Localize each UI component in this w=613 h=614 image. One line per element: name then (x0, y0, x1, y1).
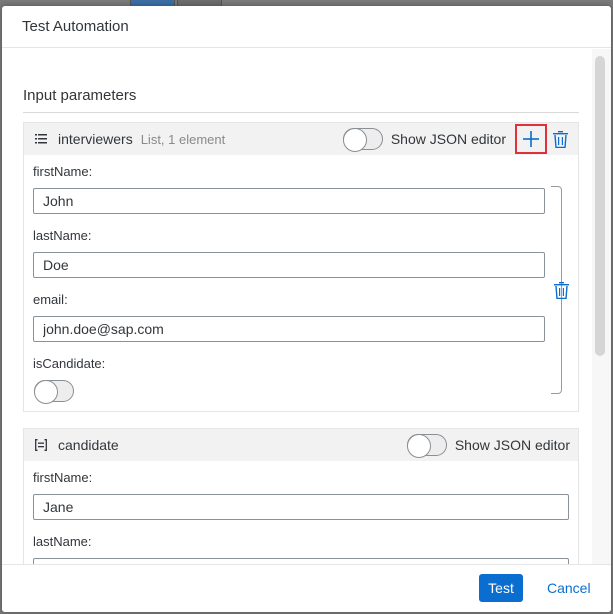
trash-icon (554, 282, 569, 300)
first-name-label: firstName: (33, 164, 93, 179)
candidate-panel: candidate Show JSON editor firstName: la… (23, 428, 579, 564)
is-candidate-toggle[interactable] (34, 380, 74, 404)
add-element-button[interactable] (515, 124, 547, 154)
toggle-knob (34, 380, 58, 404)
interviewers-panel-header: interviewers List, 1 element Show JSON e… (24, 123, 578, 155)
content-scrollbar[interactable] (595, 56, 605, 356)
interviewers-meta: List, 1 element (140, 131, 226, 147)
candidate-panel-header: candidate Show JSON editor (24, 429, 578, 461)
section-title: Input parameters (23, 87, 137, 104)
trash-icon (552, 130, 568, 148)
interviewers-name: interviewers (58, 131, 133, 147)
list-icon (34, 132, 48, 146)
interviewers-actions: Show JSON editor (342, 123, 570, 155)
interviewers-panel: interviewers List, 1 element Show JSON e… (23, 122, 579, 412)
email-input[interactable] (33, 316, 545, 342)
candidate-actions: Show JSON editor (406, 429, 570, 461)
delete-item-button[interactable] (554, 282, 569, 304)
toggle-knob (342, 128, 367, 152)
dialog-footer: Test Cancel (2, 564, 611, 612)
dialog-header: Test Automation (2, 6, 611, 48)
interviewers-json-toggle[interactable] (342, 128, 383, 152)
candidate-first-name-input[interactable] (33, 494, 569, 520)
candidate-first-name-label: firstName: (33, 470, 93, 485)
candidate-name: candidate (58, 437, 119, 453)
section-divider (23, 112, 579, 113)
toggle-knob (406, 434, 431, 458)
candidate-json-toggle-label: Show JSON editor (454, 437, 570, 453)
email-label: email: (33, 292, 68, 307)
delete-list-button[interactable] (550, 127, 570, 151)
test-button[interactable]: Test (479, 574, 523, 602)
add-icon (523, 131, 539, 147)
is-candidate-label: isCandidate: (33, 356, 106, 371)
cancel-button[interactable]: Cancel (541, 574, 597, 602)
candidate-last-name-label: lastName: (33, 534, 92, 549)
last-name-input[interactable] (33, 252, 545, 278)
dialog-content: Input parameters interviewers List, 1 el… (2, 49, 611, 564)
last-name-label: lastName: (33, 228, 92, 243)
dialog-title: Test Automation (22, 18, 129, 35)
candidate-json-toggle[interactable] (406, 434, 447, 458)
interviewers-json-toggle-label: Show JSON editor (390, 131, 506, 147)
object-icon (34, 438, 48, 452)
first-name-input[interactable] (33, 188, 545, 214)
test-automation-dialog: Test Automation Input parameters intervi… (2, 6, 611, 612)
